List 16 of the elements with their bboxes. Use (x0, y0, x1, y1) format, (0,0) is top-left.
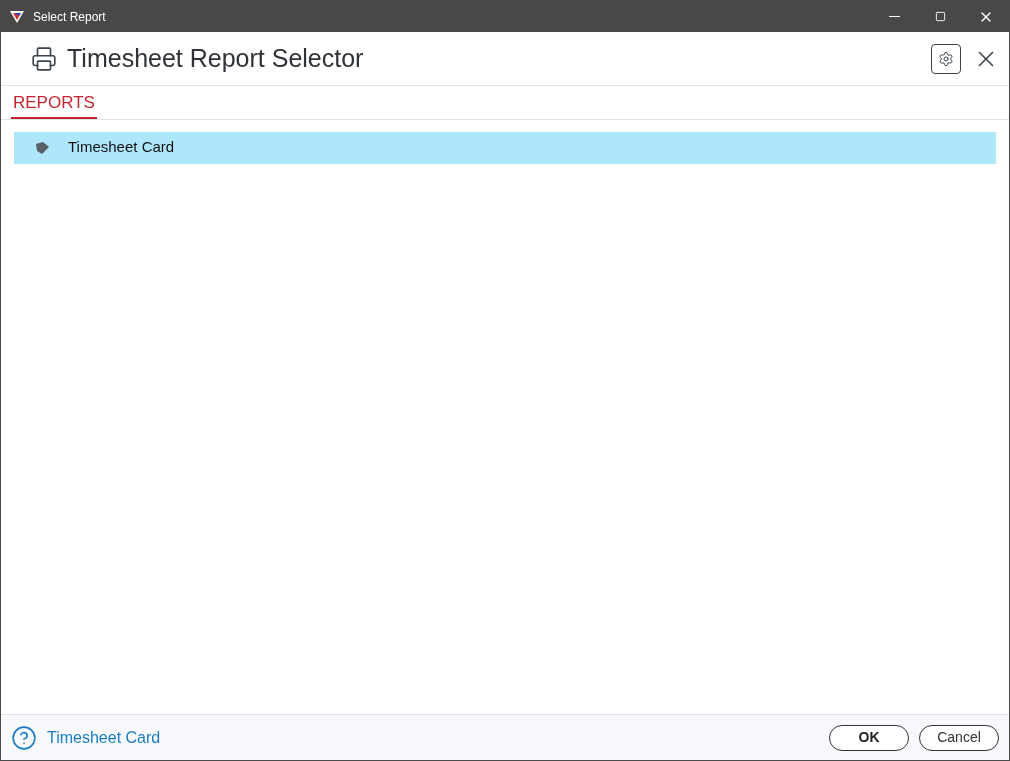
report-list-item[interactable]: Timesheet Card (14, 131, 996, 164)
help-link[interactable]: Timesheet Card (47, 725, 161, 750)
maximize-icon (934, 11, 946, 22)
ok-button[interactable]: OK (829, 724, 909, 751)
app-logo-icon (9, 9, 25, 24)
window-title: Select Report (33, 8, 106, 26)
minimize-icon (888, 16, 900, 17)
printer-icon (31, 45, 57, 72)
report-label: Timesheet Card (68, 137, 175, 158)
dialog-title: Timesheet Report Selector (67, 42, 364, 74)
help-icon (11, 724, 37, 751)
cancel-button[interactable]: Cancel (919, 724, 999, 751)
settings-icon (938, 50, 954, 67)
tab[interactable]: REPORTS (11, 86, 97, 119)
settings-button[interactable] (931, 43, 961, 74)
report-icon (34, 140, 50, 155)
